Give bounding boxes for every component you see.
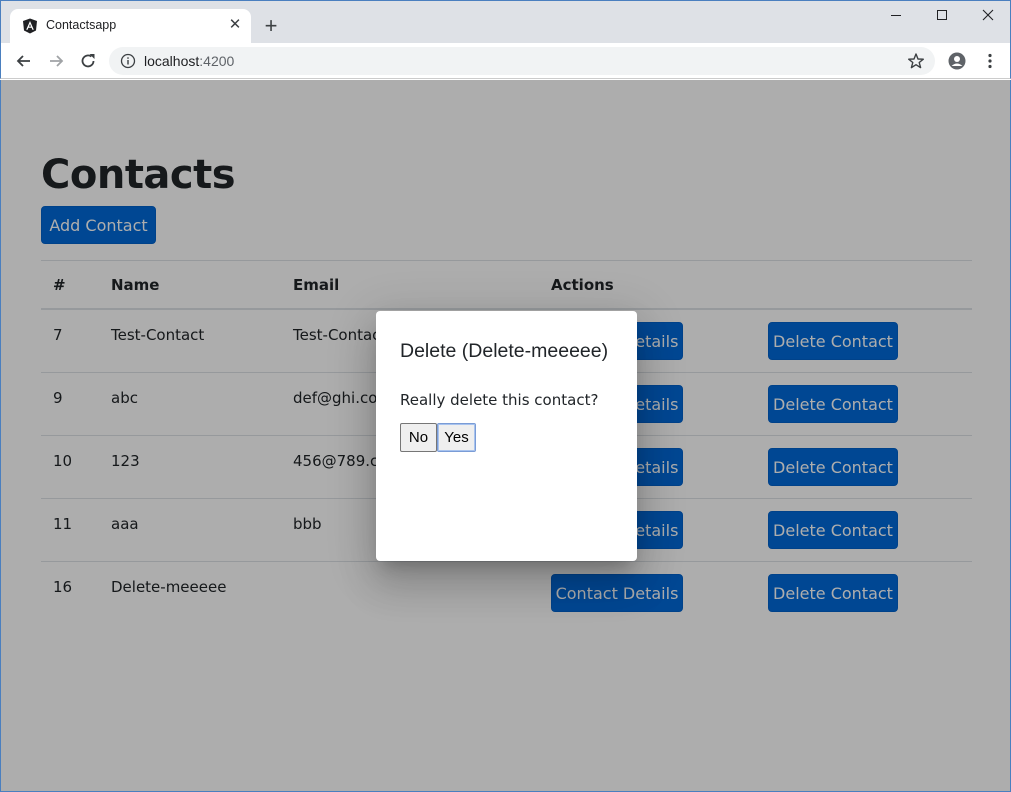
- close-icon[interactable]: ✕: [226, 15, 244, 33]
- delete-confirm-dialog: Delete (Delete-meeeee) Really delete thi…: [376, 311, 637, 561]
- browser-tab[interactable]: Contactsapp ✕: [10, 9, 251, 45]
- url-text: localhost:4200: [144, 53, 235, 69]
- yes-button[interactable]: Yes: [437, 423, 476, 452]
- reload-icon[interactable]: [78, 51, 98, 71]
- maximize-icon[interactable]: [932, 5, 952, 25]
- tab-title: Contactsapp: [46, 18, 117, 32]
- new-tab-icon[interactable]: +: [259, 15, 283, 39]
- forward-arrow-icon[interactable]: [46, 51, 66, 71]
- dialog-message: Really delete this contact?: [400, 391, 599, 409]
- page-content: Contacts Add Contact # Name Email Action…: [0, 80, 1011, 792]
- window-close-icon[interactable]: [978, 5, 998, 25]
- profile-icon[interactable]: [947, 51, 967, 71]
- browser-titlebar: Contactsapp ✕ +: [0, 0, 1011, 45]
- address-bar[interactable]: localhost:4200: [109, 47, 935, 75]
- browser-toolbar: localhost:4200: [0, 43, 1011, 79]
- dialog-title: Delete (Delete-meeeee): [400, 340, 609, 362]
- info-icon[interactable]: [120, 53, 136, 69]
- minimize-icon[interactable]: [886, 5, 906, 25]
- back-arrow-icon[interactable]: [14, 51, 34, 71]
- more-menu-icon[interactable]: [980, 51, 1000, 71]
- no-button[interactable]: No: [400, 423, 437, 452]
- star-icon[interactable]: [907, 52, 925, 70]
- angular-icon: [23, 18, 37, 34]
